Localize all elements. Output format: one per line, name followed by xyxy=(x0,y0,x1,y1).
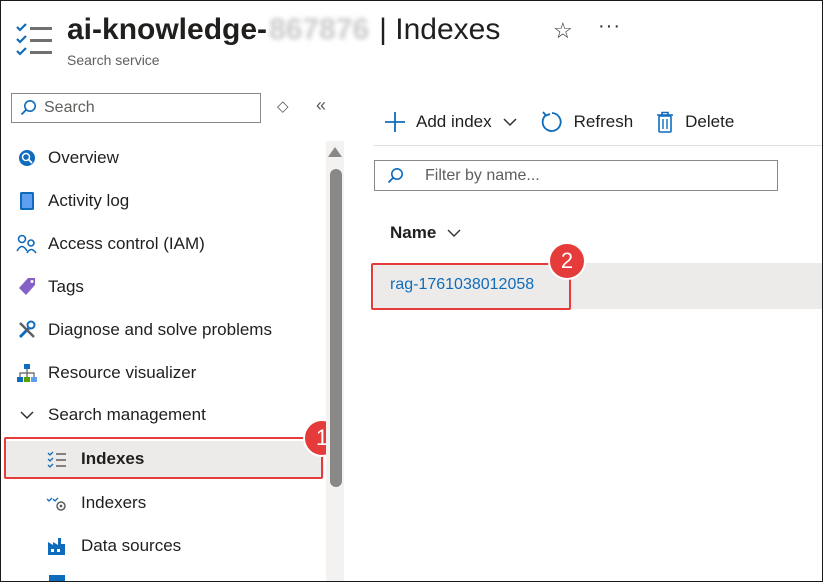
indexers-icon xyxy=(45,492,69,514)
column-header-name[interactable]: Name xyxy=(390,223,462,243)
plus-icon xyxy=(385,112,405,132)
overview-icon xyxy=(15,147,39,169)
column-header-label: Name xyxy=(390,223,437,242)
index-name-link[interactable]: rag-1761038012058 xyxy=(390,276,534,294)
command-bar: Add index Refresh Delete xyxy=(384,107,756,137)
step-badge-2: 2 xyxy=(548,242,586,280)
sidebar-item-label: Indexers xyxy=(81,493,147,512)
sort-updown-icon[interactable]: ◇ xyxy=(277,97,289,115)
filter-box[interactable] xyxy=(374,160,778,191)
page-title-redacted: 867876 xyxy=(269,13,370,46)
sidebar-item-label: Diagnose and solve problems xyxy=(48,320,272,339)
filter-input[interactable] xyxy=(423,165,767,186)
trash-icon xyxy=(657,111,674,133)
sidebar-item-label: Indexes xyxy=(81,449,145,468)
sidebar-item-access-control[interactable]: Access control (IAM) xyxy=(1,227,205,261)
delete-button[interactable]: Delete xyxy=(655,111,734,133)
delete-label: Delete xyxy=(685,112,735,131)
sidebar-search-input[interactable] xyxy=(42,98,246,118)
sidebar-item-label: Data sources xyxy=(81,536,182,555)
favorite-star-icon[interactable]: ☆ xyxy=(553,18,573,44)
more-actions-icon[interactable]: ··· xyxy=(598,15,621,38)
indexes-header-icon xyxy=(15,19,55,59)
sidebar-item-data-sources[interactable]: Data sources xyxy=(1,529,181,563)
sidebar-search[interactable] xyxy=(11,93,261,123)
collapse-sidebar-icon[interactable]: « xyxy=(316,95,326,116)
next-item-icon-partial xyxy=(49,575,65,581)
add-index-label: Add index xyxy=(416,112,492,131)
chevron-down-icon xyxy=(447,229,461,237)
access-control-icon xyxy=(15,233,39,255)
sidebar-item-indexes[interactable]: Indexes xyxy=(6,441,324,477)
page-title-suffix: | Indexes xyxy=(379,13,501,46)
sidebar-group-search-management[interactable]: Search management xyxy=(1,398,206,432)
toolbar-divider xyxy=(374,145,822,146)
sidebar-item-activity-log[interactable]: Activity log xyxy=(1,184,129,218)
app-window: ai-knowledge- 867876 | Indexes Search serv… xyxy=(0,0,823,582)
indexes-icon xyxy=(45,448,69,470)
sidebar-item-resource-visualizer[interactable]: Resource visualizer xyxy=(1,356,196,390)
activity-log-icon xyxy=(15,190,39,212)
add-index-button[interactable]: Add index xyxy=(384,111,518,133)
chevron-down-icon xyxy=(503,118,517,127)
scroll-up-arrow-icon[interactable] xyxy=(328,147,342,157)
refresh-icon xyxy=(541,111,562,132)
chevron-down-icon xyxy=(15,404,39,426)
sidebar-item-label: Activity log xyxy=(48,191,130,210)
refresh-button[interactable]: Refresh xyxy=(540,110,634,134)
page-title-prefix: ai-knowledge- xyxy=(67,13,268,46)
sidebar-item-label: Overview xyxy=(48,148,119,167)
sidebar-item-diagnose[interactable]: Diagnose and solve problems xyxy=(1,313,272,347)
refresh-label: Refresh xyxy=(573,112,634,131)
sidebar-item-overview[interactable]: Overview xyxy=(1,141,119,175)
page-title: ai-knowledge- 867876 | Indexes xyxy=(67,11,500,49)
search-icon xyxy=(387,167,403,183)
page-subtitle: Search service xyxy=(67,52,160,68)
sidebar-item-tags[interactable]: Tags xyxy=(1,270,84,304)
sidebar-item-label: Search management xyxy=(48,405,206,424)
sidebar-scroll-thumb[interactable] xyxy=(330,169,342,487)
hierarchy-icon xyxy=(15,362,39,384)
wrench-icon xyxy=(15,319,39,341)
tag-icon xyxy=(15,276,39,298)
search-icon xyxy=(20,100,36,116)
sidebar-item-label: Resource visualizer xyxy=(48,363,197,382)
sidebar-item-label: Access control (IAM) xyxy=(48,234,205,253)
sidebar-item-label: Tags xyxy=(48,277,84,296)
sidebar-item-indexers[interactable]: Indexers xyxy=(1,486,146,520)
data-sources-icon xyxy=(45,535,69,557)
